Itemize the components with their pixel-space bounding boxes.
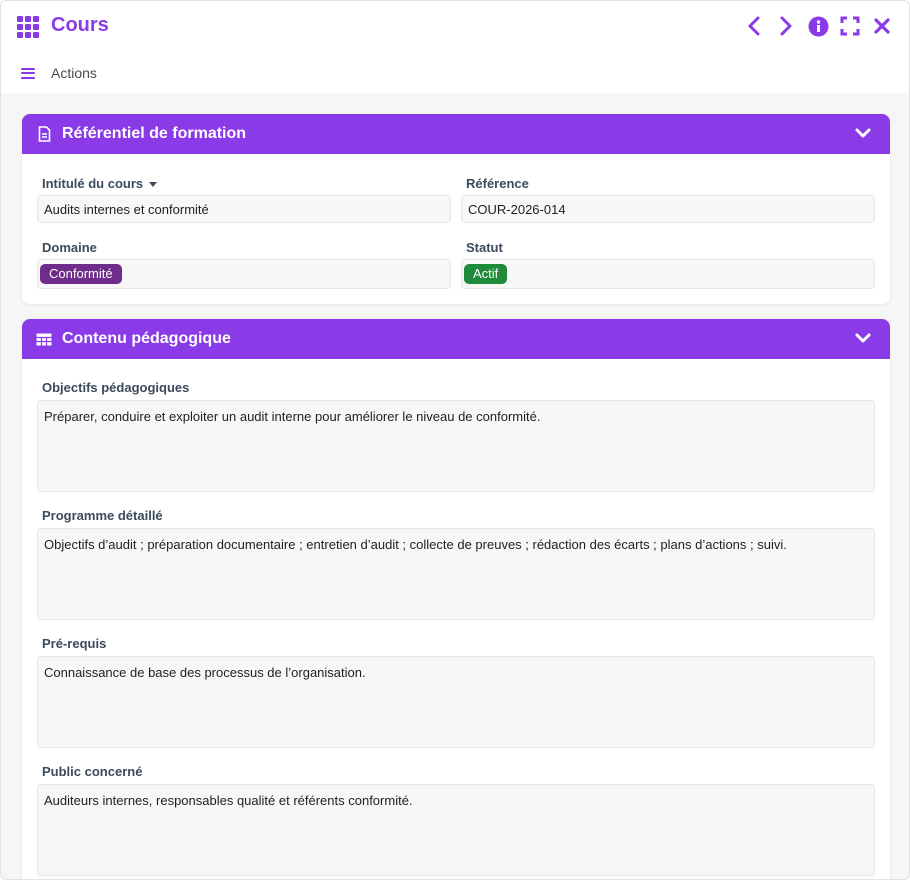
actions-label: Actions (51, 65, 97, 81)
programme-textarea[interactable]: Objectifs d’audit ; préparation document… (37, 528, 875, 620)
document-icon (36, 126, 52, 142)
statut-badge: Actif (464, 264, 508, 284)
fullscreen-icon[interactable] (839, 15, 861, 37)
reference-label: Référence (466, 176, 529, 191)
objectifs-label: Objectifs pédagogiques (42, 380, 190, 395)
objectifs-textarea[interactable]: Préparer, conduire et exploiter un audit… (37, 400, 875, 492)
window-controls (743, 15, 893, 37)
grid-icon (17, 16, 41, 38)
reference-field[interactable]: COUR-2026-014 (461, 195, 875, 223)
titlebar: Cours Actions (1, 1, 909, 93)
public-label: Public concerné (42, 764, 143, 779)
intitule-label[interactable]: Intitulé du cours (42, 176, 158, 191)
public-textarea[interactable]: Auditeurs internes, responsables qualité… (37, 784, 875, 876)
programme-label: Programme détaillé (42, 508, 163, 523)
domaine-label: Domaine (42, 240, 97, 255)
course-window: Cours Actions Référentiel de formation I… (0, 0, 910, 880)
referentiel-card: Référentiel de formation Intitulé du cou… (22, 114, 890, 304)
table-icon (36, 331, 52, 347)
prerequis-textarea[interactable]: Connaissance de base des processus de l’… (37, 656, 875, 748)
statut-field[interactable]: Actif (461, 259, 875, 289)
section-title: Référentiel de formation (62, 125, 247, 142)
actions-menu[interactable]: Actions (21, 65, 97, 81)
chevron-left-icon[interactable] (743, 15, 765, 37)
close-icon[interactable] (871, 15, 893, 37)
contenu-header[interactable]: Contenu pédagogique (22, 319, 890, 359)
window-title: Cours (51, 14, 109, 36)
referentiel-header[interactable]: Référentiel de formation (22, 114, 890, 154)
statut-label: Statut (466, 240, 503, 255)
chevron-down-icon[interactable] (854, 331, 872, 347)
chevron-down-icon[interactable] (854, 126, 872, 142)
prerequis-label: Pré-requis (42, 636, 107, 651)
caret-down-icon[interactable] (149, 182, 158, 188)
intitule-field[interactable]: Audits internes et conformité (37, 195, 451, 223)
chevron-right-icon[interactable] (775, 15, 797, 37)
contenu-card: Contenu pédagogique Objectifs pédagogiqu… (22, 319, 890, 879)
domaine-badge: Conformité (40, 264, 122, 284)
section-title: Contenu pédagogique (62, 330, 231, 347)
hamburger-icon (21, 67, 35, 79)
domaine-field[interactable]: Conformité (37, 259, 451, 289)
info-icon[interactable] (807, 15, 829, 37)
